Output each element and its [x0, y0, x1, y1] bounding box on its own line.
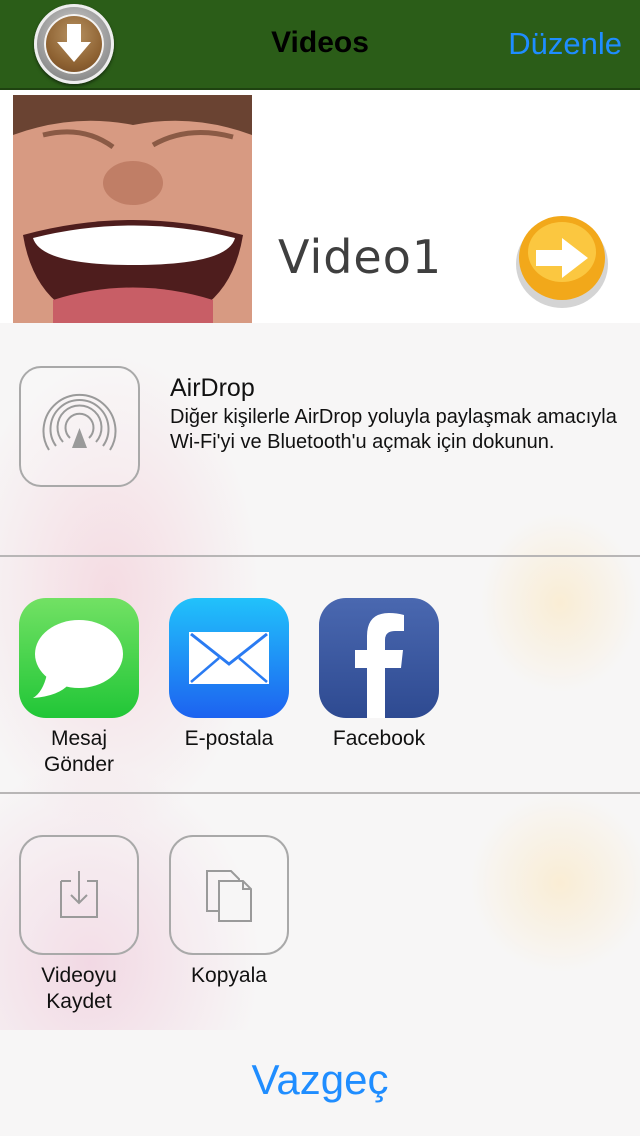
airdrop-title: AirDrop	[170, 374, 255, 402]
divider	[0, 792, 640, 794]
save-video-button[interactable]	[19, 835, 139, 955]
messages-app-button[interactable]	[19, 598, 139, 718]
airdrop-description: Diğer kişilerle AirDrop yoluyla paylaşma…	[170, 406, 617, 453]
orange-arrow-icon[interactable]	[512, 210, 612, 310]
facebook-label: Facebook	[332, 727, 426, 750]
messages-icon	[33, 620, 123, 698]
facebook-icon	[355, 613, 404, 718]
mail-label: E-postala	[184, 727, 274, 750]
edit-button[interactable]: Düzenle	[508, 26, 622, 62]
share-sheet: AirDrop Diğer kişilerle AirDrop yoluyla …	[0, 323, 640, 1030]
save-video-icon	[60, 871, 98, 918]
mail-icon	[189, 632, 269, 684]
video-title: Video1	[278, 230, 443, 284]
copy-button[interactable]	[169, 835, 289, 955]
save-video-label: Videoyu Kaydet	[41, 964, 117, 1013]
mail-app-button[interactable]	[169, 598, 289, 718]
cancel-area: Vazgeç	[0, 1030, 640, 1136]
nav-bar: Videos Düzenle	[0, 0, 640, 90]
copy-icon	[206, 870, 252, 922]
airdrop-button[interactable]	[19, 366, 140, 487]
cancel-button[interactable]: Vazgeç	[0, 1056, 640, 1104]
divider	[0, 555, 640, 557]
airdrop-icon	[42, 393, 117, 451]
copy-label: Kopyala	[191, 964, 267, 987]
facebook-app-button[interactable]	[319, 598, 439, 718]
messages-label: Mesaj Gönder	[43, 727, 115, 776]
video-thumbnail	[13, 95, 252, 326]
